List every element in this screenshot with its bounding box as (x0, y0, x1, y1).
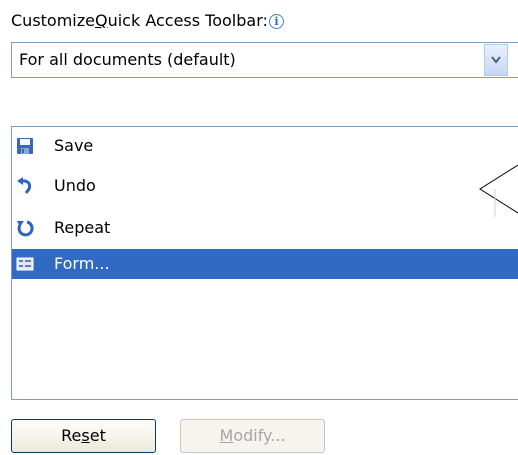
heading-text-start: Customize (11, 11, 95, 30)
chevron-down-icon (491, 56, 501, 64)
pointer-callout (479, 164, 518, 217)
toolbar-commands-list[interactable]: Save Undo Repeat Form... (11, 126, 518, 400)
heading-mnemonic: Q (94, 11, 108, 30)
heading-text-end: uick Access Toolbar: (107, 11, 268, 30)
modify-button[interactable]: Modify... (180, 419, 325, 453)
reset-label-start: Re (61, 426, 82, 445)
save-icon (16, 137, 34, 155)
reset-button[interactable]: Reset (11, 419, 156, 453)
modify-mnemonic: M (219, 426, 234, 445)
reset-label-end: et (89, 426, 106, 445)
undo-icon (16, 177, 34, 195)
dropdown-value: For all documents (default) (19, 50, 236, 69)
list-item-label: Undo (54, 176, 96, 195)
section-heading: Customize Quick Access Toolbar: i (11, 10, 284, 32)
repeat-icon (16, 219, 34, 237)
list-item-undo[interactable]: Undo (12, 171, 518, 201)
list-item-repeat[interactable]: Repeat (12, 213, 518, 243)
form-icon (16, 255, 34, 273)
list-item-label: Form... (54, 254, 110, 273)
list-item-label: Repeat (54, 218, 111, 237)
modify-label-end: odify... (233, 426, 286, 445)
list-item-save[interactable]: Save (12, 131, 518, 161)
document-scope-dropdown[interactable]: For all documents (default) (11, 42, 518, 78)
dropdown-arrow-button[interactable] (484, 44, 508, 76)
reset-mnemonic: s (81, 426, 90, 445)
quick-access-toolbar-panel: Customize Quick Access Toolbar: i For al… (0, 0, 518, 455)
list-item-form[interactable]: Form... (12, 249, 518, 279)
list-item-label: Save (54, 136, 94, 155)
info-icon[interactable]: i (268, 13, 284, 29)
